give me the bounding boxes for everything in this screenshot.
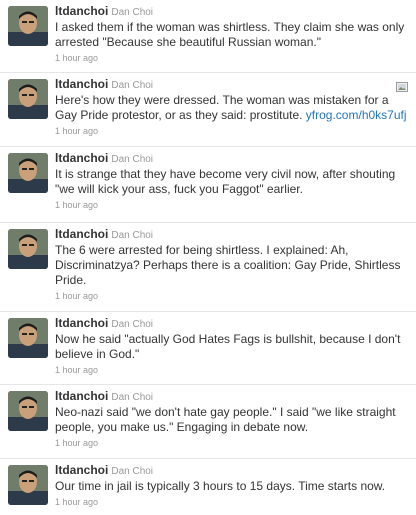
timestamp-link[interactable]: 1 hour ago [55,52,410,64]
tweet-item: ltdanchoi Dan Choi Here's how they were d… [0,73,416,147]
timestamp-link[interactable]: 1 hour ago [55,364,410,376]
screen-name-link[interactable]: ltdanchoi [55,316,108,330]
avatar[interactable] [8,465,48,505]
tweet-header: ltdanchoi Dan Choi [55,463,410,479]
tweet-content: ltdanchoi Dan Choi Now he said "actually … [55,316,410,376]
tweet-content: ltdanchoi Dan Choi Our time in jail is ty… [55,463,410,508]
tweet-item: ltdanchoi Dan Choi Neo-nazi said "we don'… [0,385,416,459]
tweet-text: Our time in jail is typically 3 hours to… [55,479,386,493]
full-name: Dan Choi [111,230,154,241]
tweet-text: It is strange that they have become very… [55,167,396,196]
avatar[interactable] [8,79,48,119]
tweet-header: ltdanchoi Dan Choi [55,4,410,20]
screen-name-link[interactable]: ltdanchoi [55,4,108,18]
tweet-text: Neo-nazi said "we don't hate gay people.… [55,405,396,434]
timestamp-link[interactable]: 1 hour ago [55,437,410,449]
tweet-text: Here's how they were dressed. The woman … [55,93,410,123]
tweet-content: ltdanchoi Dan Choi I asked them if the wo… [55,4,410,64]
tweet-text: Now he said "actually God Hates Fags is … [55,332,401,361]
tweet-header: ltdanchoi Dan Choi [55,389,410,405]
tweet-item: ltdanchoi Dan Choi Now he said "actually … [0,312,416,385]
tweet-item: ltdanchoi Dan Choi I asked them if the wo… [0,0,416,73]
tweet-text: The 6 were arrested for being shirtless.… [55,243,401,287]
timestamp-link[interactable]: 1 hour ago [55,199,410,211]
full-name: Dan Choi [111,319,154,330]
avatar[interactable] [8,153,48,193]
avatar[interactable] [8,6,48,46]
timestamp-link[interactable]: 1 hour ago [55,125,410,137]
screen-name-link[interactable]: ltdanchoi [55,389,108,403]
tweet-header: ltdanchoi Dan Choi [55,316,410,332]
tweet-content: ltdanchoi Dan Choi Neo-nazi said "we don'… [55,389,410,449]
full-name: Dan Choi [111,466,154,477]
tweet-item: ltdanchoi Dan Choi Our time in jail is ty… [0,459,416,515]
tweet-link[interactable]: yfrog.com/h0ks7ufj [306,108,407,122]
timestamp-link[interactable]: 1 hour ago [55,496,410,508]
tweet-text: I asked them if the woman was shirtless.… [55,20,405,49]
full-name: Dan Choi [111,80,154,91]
tweet-item: ltdanchoi Dan Choi It is strange that the… [0,147,416,223]
tweet-header: ltdanchoi Dan Choi [55,77,410,93]
avatar[interactable] [8,318,48,358]
full-name: Dan Choi [111,154,154,165]
screen-name-link[interactable]: ltdanchoi [55,77,108,91]
tweet-content: ltdanchoi Dan Choi Here's how they were d… [55,77,410,137]
avatar[interactable] [8,391,48,431]
screen-name-link[interactable]: ltdanchoi [55,463,108,477]
tweet-item: ltdanchoi Dan Choi The 6 were arrested fo… [0,223,416,312]
tweet-header: ltdanchoi Dan Choi [55,151,410,167]
image-icon[interactable] [396,79,408,92]
tweet-header: ltdanchoi Dan Choi [55,227,410,243]
tweet-content: ltdanchoi Dan Choi It is strange that the… [55,151,410,211]
screen-name-link[interactable]: ltdanchoi [55,151,108,165]
avatar[interactable] [8,229,48,269]
screen-name-link[interactable]: ltdanchoi [55,227,108,241]
timestamp-link[interactable]: 1 hour ago [55,290,410,302]
tweet-content: ltdanchoi Dan Choi The 6 were arrested fo… [55,227,410,302]
full-name: Dan Choi [111,392,154,403]
full-name: Dan Choi [111,7,154,18]
